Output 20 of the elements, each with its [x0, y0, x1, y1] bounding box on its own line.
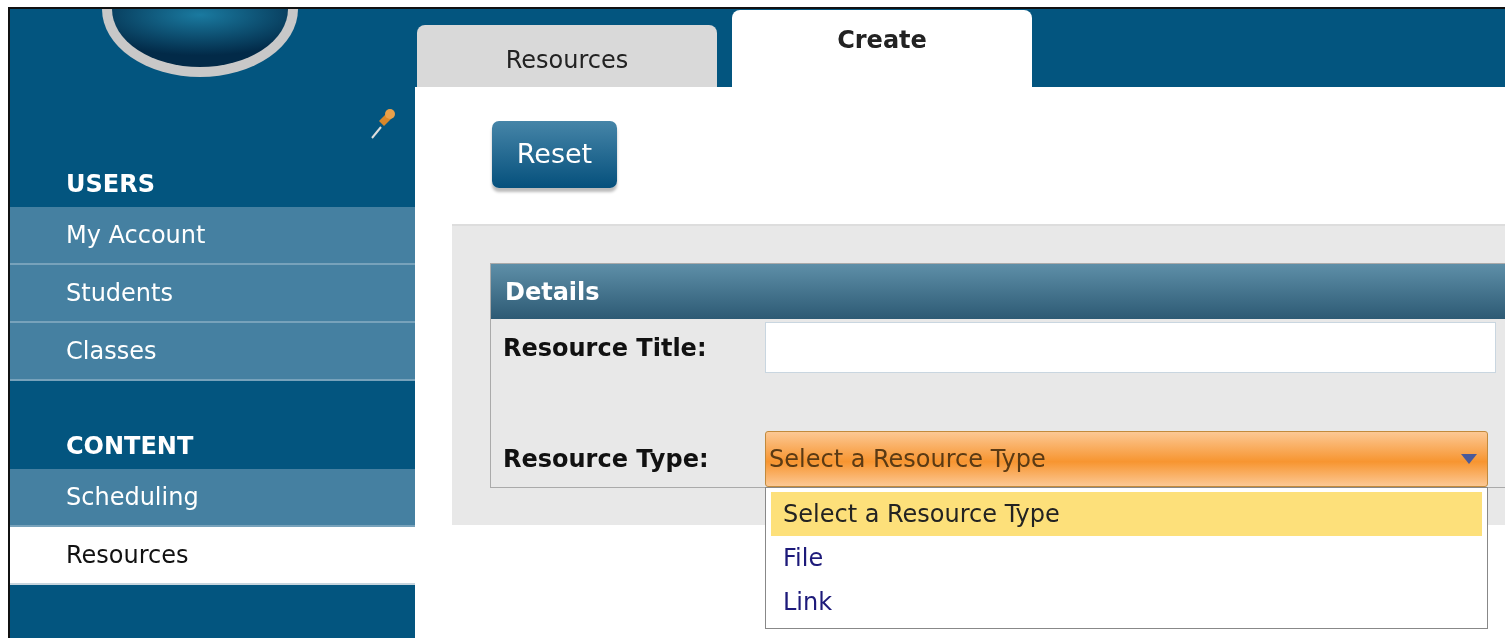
field-label: Resource Title:: [503, 332, 708, 364]
sidebar-item[interactable]: Scheduling: [10, 469, 415, 527]
field-label: Resource Type:: [503, 444, 710, 475]
tab[interactable]: Resources: [417, 25, 717, 87]
sidebar-item[interactable]: Resources: [10, 527, 415, 585]
text-field[interactable]: [765, 322, 1496, 373]
tab[interactable]: Create: [732, 10, 1032, 87]
reset-button[interactable]: Reset: [492, 121, 617, 188]
dropdown-arrow-icon[interactable]: [1461, 454, 1477, 464]
sidebar-heading: USERS: [65, 169, 156, 200]
sidebar-item[interactable]: Students: [10, 265, 415, 323]
dropdown-option[interactable]: Link: [771, 580, 1482, 624]
dropdown-option[interactable]: Select a Resource Type: [771, 492, 1482, 536]
select-field[interactable]: Select a Resource Type: [765, 431, 1488, 487]
sidebar-item[interactable]: My Account: [10, 207, 415, 265]
pushpin-icon[interactable]: [369, 107, 397, 141]
details-header: Details: [491, 264, 1505, 319]
sidebar-item[interactable]: Classes: [10, 323, 415, 381]
dropdown-option[interactable]: File: [771, 536, 1482, 580]
sidebar-heading: CONTENT: [65, 431, 195, 462]
